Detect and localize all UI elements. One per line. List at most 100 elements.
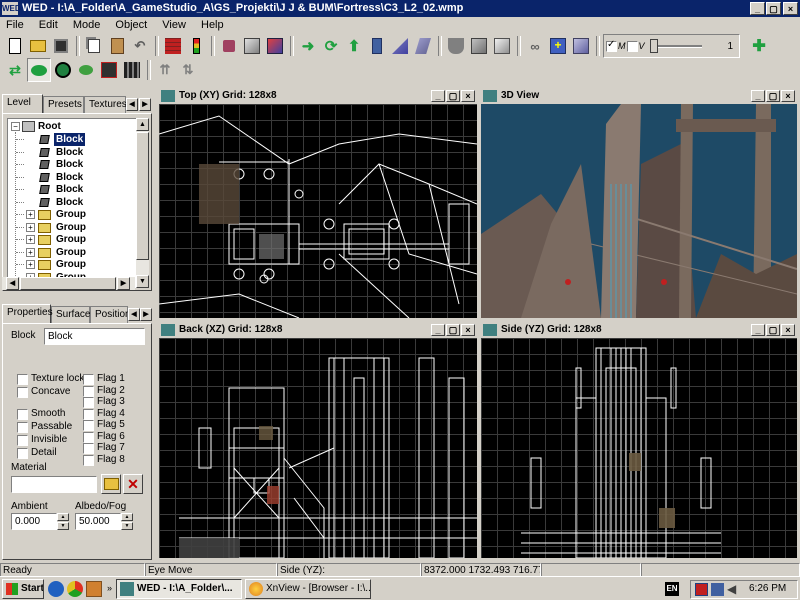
cube-light-button[interactable] — [491, 35, 513, 57]
albedo-field[interactable]: 50.000 — [75, 513, 121, 530]
props-scroll-right[interactable]: ▶ — [140, 308, 152, 322]
align-button[interactable]: ⇅ — [177, 59, 199, 81]
start-button[interactable]: Start — [2, 579, 44, 599]
checkbox-passable[interactable] — [17, 422, 28, 433]
add-entity-button[interactable] — [218, 35, 240, 57]
viewport-top-minimize[interactable]: _ — [431, 90, 445, 102]
run-button[interactable] — [185, 35, 207, 57]
paste-button[interactable] — [106, 35, 128, 57]
material-field[interactable] — [11, 476, 97, 493]
albedo-up[interactable]: ▲ — [121, 513, 133, 521]
scroll-thumb[interactable] — [136, 132, 149, 260]
tab-level[interactable]: Level — [2, 94, 43, 113]
tab-properties[interactable]: Properties — [2, 304, 53, 323]
checkbox-invisible[interactable] — [17, 435, 28, 446]
viewport-top-maximize[interactable]: ▢ — [446, 90, 460, 102]
tree-expand-button[interactable]: + — [26, 210, 35, 219]
viewport-side[interactable]: Side (YZ) Grid: 128x8 _ ▢ × — [479, 320, 799, 560]
speaker-icon[interactable]: ◀ — [727, 583, 740, 596]
hscroll-thumb[interactable] — [20, 277, 116, 290]
close-button[interactable]: × — [783, 2, 798, 15]
viewport-back-close[interactable]: × — [461, 324, 475, 336]
app-quicklaunch-icon[interactable] — [86, 581, 102, 597]
viewport-back-header[interactable]: Back (XZ) Grid: 128x8 _ ▢ × — [159, 322, 477, 338]
viewport-3d-header[interactable]: 3D View _ ▢ × — [481, 88, 797, 104]
detail-slider[interactable] — [649, 38, 702, 53]
tab-surface[interactable]: Surface — [51, 306, 90, 323]
tree-item-block[interactable]: Block — [54, 196, 85, 209]
viewport-back-canvas[interactable] — [159, 338, 477, 558]
tree-item-group[interactable]: Group — [54, 208, 88, 221]
new-file-button[interactable] — [4, 35, 26, 57]
link-button[interactable]: ∞ — [524, 35, 546, 57]
tab-scroll-left[interactable]: ◀ — [126, 98, 138, 112]
tree-expand-button[interactable]: + — [26, 235, 35, 244]
props-scroll-left[interactable]: ◀ — [128, 308, 140, 322]
menu-edit[interactable]: Edit — [39, 19, 58, 31]
viewport-side-minimize[interactable]: _ — [751, 324, 765, 336]
checkbox-flag-1[interactable] — [83, 374, 94, 385]
scroll-right-button[interactable]: ▶ — [117, 277, 130, 290]
scroll-up-button[interactable]: ▲ — [136, 118, 149, 131]
checkbox-detail[interactable] — [17, 448, 28, 459]
texture-button[interactable] — [412, 35, 434, 57]
material-clear-button[interactable]: ✕ — [123, 474, 143, 494]
chrome-icon[interactable] — [67, 581, 83, 597]
tree-collapse-root[interactable]: − — [11, 122, 20, 131]
quicklaunch-expand-icon[interactable]: » — [107, 583, 112, 593]
tree-item-block[interactable]: Block — [54, 171, 85, 184]
checkbox-concave[interactable] — [17, 387, 28, 398]
checkbox-flag-2[interactable] — [83, 385, 94, 397]
ambient-up[interactable]: ▲ — [57, 513, 69, 521]
minimize-button[interactable]: _ — [750, 2, 765, 15]
eye-zoom-button[interactable] — [75, 59, 97, 81]
shield-button[interactable] — [445, 35, 467, 57]
tab-presets[interactable]: Presets — [43, 96, 84, 113]
tree-item-group[interactable]: Group — [54, 233, 88, 246]
tree-expand-button[interactable]: + — [26, 247, 35, 257]
viewport-side-header[interactable]: Side (YZ) Grid: 128x8 _ ▢ × — [481, 322, 797, 338]
tab-scroll-right[interactable]: ▶ — [139, 98, 151, 112]
tree-item-block[interactable]: Block — [54, 158, 85, 171]
viewport-back-minimize[interactable]: _ — [431, 324, 445, 336]
tree-item-group[interactable]: Group — [54, 221, 88, 234]
add-cube-button[interactable] — [241, 35, 263, 57]
viewport-3d-close[interactable]: × — [781, 90, 795, 102]
add-block-button[interactable] — [264, 35, 286, 57]
walk-button[interactable]: ⇄ — [4, 59, 26, 81]
language-indicator[interactable]: EN — [665, 582, 679, 596]
tab-textures[interactable]: Textures — [84, 96, 127, 113]
snap-button[interactable]: ⇈ — [154, 59, 176, 81]
menu-view[interactable]: View — [162, 19, 186, 31]
tab-position[interactable]: Position — [90, 306, 131, 323]
checkbox-texture-lock[interactable] — [17, 374, 28, 385]
viewport-3d-canvas[interactable] — [481, 104, 797, 318]
camera-button[interactable] — [98, 59, 120, 81]
viewport-3d-minimize[interactable]: _ — [751, 90, 765, 102]
tree-item-group[interactable]: Group — [54, 258, 88, 271]
tree-item-group[interactable]: Group — [54, 246, 88, 259]
viewport-3d[interactable]: 3D View _ ▢ × — [479, 86, 799, 320]
viewport-top-close[interactable]: × — [461, 90, 475, 102]
menu-file[interactable]: File — [6, 19, 24, 31]
cube-gray-button[interactable] — [468, 35, 490, 57]
tree-scrollbar[interactable]: ▲ ▼ — [136, 118, 149, 288]
viewport-top-header[interactable]: Top (XY) Grid: 128x8 _ ▢ × — [159, 88, 477, 104]
checkbox-flag-5[interactable] — [83, 420, 94, 431]
checkbox-flag-8[interactable] — [83, 454, 94, 466]
checkbox-flag-3[interactable] — [83, 397, 94, 408]
undo-button[interactable]: ↶ — [129, 35, 151, 57]
scroll-down-button[interactable]: ▼ — [136, 275, 149, 288]
tree-expand-button[interactable]: + — [26, 222, 35, 232]
tree-hscrollbar[interactable]: ◀ ▶ — [2, 277, 135, 290]
add-object-button[interactable]: + — [547, 35, 569, 57]
viewport-3d-maximize[interactable]: ▢ — [766, 90, 780, 102]
build-button[interactable] — [162, 35, 184, 57]
ambient-spinner[interactable]: ▲ ▼ — [57, 513, 69, 530]
rotate-button[interactable]: ⟳ — [320, 35, 342, 57]
checkbox-flag-6[interactable] — [83, 431, 94, 443]
object-name-field[interactable]: Block — [44, 328, 145, 345]
menu-mode[interactable]: Mode — [73, 19, 101, 31]
flag-button[interactable] — [570, 35, 592, 57]
scroll-left-button[interactable]: ◀ — [6, 277, 19, 290]
